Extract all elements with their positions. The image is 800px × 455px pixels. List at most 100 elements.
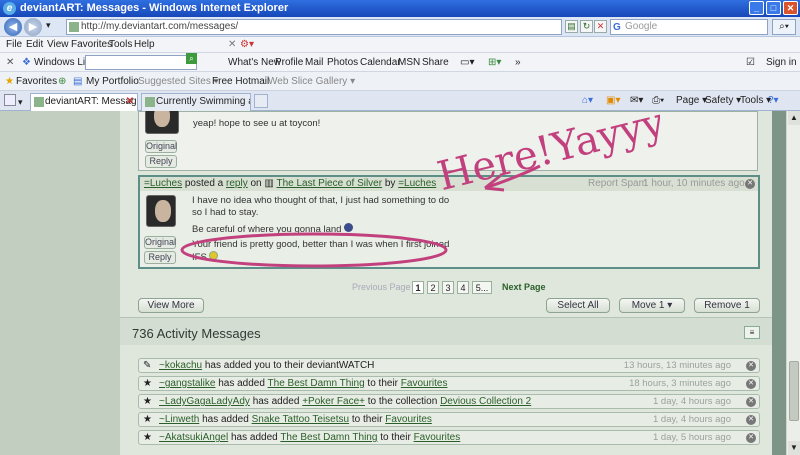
user-link[interactable]: =Luches bbox=[144, 178, 182, 189]
close-window-button[interactable]: ✕ bbox=[783, 1, 798, 15]
scroll-down-icon[interactable]: ▼ bbox=[788, 441, 800, 455]
menu-favorites[interactable]: Favorites bbox=[71, 37, 112, 53]
add-favorite-icon[interactable]: ⊕ bbox=[58, 72, 66, 91]
tab-messages[interactable]: deviantART: Messages ✕ bbox=[30, 93, 138, 111]
live-link-profile[interactable]: Profile bbox=[275, 53, 303, 72]
maximize-button[interactable]: □ bbox=[766, 1, 781, 15]
toolbar-options-icon[interactable]: ▭▾ bbox=[460, 53, 474, 72]
history-dropdown-icon[interactable]: ▾ bbox=[46, 20, 51, 31]
page-1[interactable]: 1 bbox=[412, 281, 424, 294]
read-mail-icon[interactable]: ✉▾ bbox=[630, 91, 643, 110]
help-icon[interactable]: ?▾ bbox=[768, 91, 779, 110]
original-button[interactable]: Original bbox=[145, 140, 177, 153]
page-4[interactable]: 4 bbox=[457, 281, 469, 294]
next-page-link[interactable]: Next Page bbox=[502, 281, 546, 294]
select-all-button[interactable]: Select All bbox=[546, 298, 610, 313]
remove-button[interactable]: Remove 1 bbox=[694, 298, 760, 313]
live-link-photos[interactable]: Photos bbox=[327, 53, 358, 72]
tab-swimming[interactable]: Currently Swimming around i... bbox=[141, 93, 251, 111]
search-button[interactable]: ⌕▾ bbox=[772, 19, 796, 35]
quick-tabs-icon[interactable] bbox=[4, 94, 16, 106]
menu-view[interactable]: View bbox=[47, 37, 69, 53]
menu-bar: File Edit View Favorites Tools Help ✕ ⚙▾ bbox=[0, 37, 800, 53]
author-link[interactable]: =Luches bbox=[398, 178, 436, 189]
print-icon[interactable]: ⎙▾ bbox=[652, 91, 664, 110]
activity-row: ★ ~Linweth has added Snake Tattoo Teiset… bbox=[138, 412, 760, 427]
close-live-toolbar-icon[interactable]: ✕ bbox=[6, 53, 14, 72]
new-tab-button[interactable] bbox=[254, 94, 268, 108]
live-link-calendar[interactable]: Calendar bbox=[360, 53, 401, 72]
message-line: I have no idea who thought of that, I ju… bbox=[192, 195, 450, 206]
live-link-mail[interactable]: Mail bbox=[305, 53, 323, 72]
feeds-icon[interactable]: ▤ bbox=[73, 72, 82, 91]
dismiss-message-icon[interactable]: ✕ bbox=[745, 179, 755, 189]
dismiss-icon[interactable]: ✕ bbox=[746, 379, 756, 389]
page-2[interactable]: 2 bbox=[427, 281, 439, 294]
favorites-button[interactable]: Favorites bbox=[16, 72, 57, 91]
collapse-icon[interactable]: ≡ bbox=[744, 326, 760, 339]
window-title: deviantART: Messages - Windows Internet … bbox=[20, 2, 289, 14]
dismiss-icon[interactable]: ✕ bbox=[746, 397, 756, 407]
avatar[interactable] bbox=[145, 111, 179, 134]
live-link-share[interactable]: Share bbox=[422, 53, 449, 72]
fav-free-hotmail[interactable]: Free Hotmail bbox=[212, 72, 269, 91]
activity-row: ★ ~LadyGagaLadyAdy has added +Poker Face… bbox=[138, 394, 760, 409]
search-input[interactable]: G Google bbox=[610, 19, 768, 35]
stop-icon[interactable]: ✕ bbox=[594, 20, 607, 33]
menu-tools[interactable]: Tools bbox=[109, 37, 132, 53]
original-button[interactable]: Original bbox=[144, 236, 176, 249]
feeds-toolbar-icon[interactable]: ▣▾ bbox=[606, 91, 620, 110]
refresh-icon[interactable]: ↻ bbox=[580, 20, 593, 33]
live-search-go-icon[interactable]: ⌕ bbox=[186, 53, 197, 64]
favourite-icon: ★ bbox=[143, 378, 152, 389]
address-input[interactable]: http://my.deviantart.com/messages/ bbox=[66, 19, 562, 35]
menu-file[interactable]: File bbox=[6, 37, 22, 53]
dismiss-icon[interactable]: ✕ bbox=[746, 433, 756, 443]
toolbar-more-icon[interactable]: » bbox=[515, 53, 521, 72]
live-search-input[interactable] bbox=[85, 55, 197, 70]
addon-icon[interactable]: ⚙▾ bbox=[240, 37, 254, 53]
previous-page-link[interactable]: Previous Page bbox=[352, 281, 411, 294]
scroll-thumb[interactable] bbox=[789, 361, 799, 421]
safety-menu[interactable]: Safety ▾ bbox=[705, 91, 741, 110]
tab-list-icon[interactable]: ▾ bbox=[18, 93, 23, 112]
tab-close-icon[interactable]: ✕ bbox=[126, 94, 134, 110]
minimize-button[interactable]: _ bbox=[749, 1, 764, 15]
compat-view-icon[interactable]: ▤ bbox=[565, 20, 578, 33]
page-3[interactable]: 3 bbox=[442, 281, 454, 294]
menu-help[interactable]: Help bbox=[134, 37, 155, 53]
view-more-button[interactable]: View More bbox=[138, 298, 204, 313]
back-button[interactable]: ◀ bbox=[4, 18, 22, 36]
forward-button[interactable]: ▶ bbox=[24, 18, 42, 36]
message-time: 1 hour, 10 minutes ago bbox=[643, 178, 745, 189]
tools-menu[interactable]: Tools ▾ bbox=[740, 91, 771, 110]
deviation-icon: ▥ bbox=[264, 178, 274, 189]
live-note-icon[interactable]: ☑ bbox=[746, 53, 755, 72]
dismiss-icon[interactable]: ✕ bbox=[746, 415, 756, 425]
message-item: =Luches posted a reply on ▥ The Last Pie… bbox=[138, 175, 760, 269]
address-toolbar: ◀ ▶ ▾ http://my.deviantart.com/messages/… bbox=[0, 17, 800, 37]
reply-button[interactable]: Reply bbox=[144, 251, 176, 264]
fav-my-portfolio[interactable]: My Portfolio bbox=[86, 72, 139, 91]
move-button[interactable]: Move 1 ▾ bbox=[619, 298, 685, 313]
menu-edit[interactable]: Edit bbox=[26, 37, 43, 53]
deviation-link[interactable]: The Last Piece of Silver bbox=[276, 178, 382, 189]
fav-suggested-sites[interactable]: Suggested Sites ▾ bbox=[138, 72, 219, 91]
report-spam-link[interactable]: Report Spam bbox=[588, 177, 647, 191]
close-toolbar-icon[interactable]: ✕ bbox=[228, 37, 236, 53]
sign-in-link[interactable]: Sign in bbox=[766, 53, 797, 72]
page-menu[interactable]: Page ▾ bbox=[676, 91, 707, 110]
avatar[interactable] bbox=[146, 195, 176, 227]
dismiss-icon[interactable]: ✕ bbox=[746, 361, 756, 371]
home-icon[interactable]: ⌂▾ bbox=[582, 91, 593, 110]
reply-button[interactable]: Reply bbox=[145, 155, 177, 168]
reply-link[interactable]: reply bbox=[226, 178, 248, 189]
fav-web-slice-gallery[interactable]: Web Slice Gallery ▾ bbox=[268, 72, 355, 91]
scroll-up-icon[interactable]: ▲ bbox=[788, 111, 800, 125]
page-5[interactable]: 5... bbox=[472, 281, 492, 294]
vertical-scrollbar[interactable]: ▲ ▼ bbox=[786, 111, 800, 455]
toolbar-addon-icon[interactable]: ⊞▾ bbox=[488, 53, 501, 72]
live-link-whats-new[interactable]: What's New bbox=[228, 53, 281, 72]
message-text: yeap! hope to see u at toycon! bbox=[193, 118, 321, 129]
live-link-msn[interactable]: MSN bbox=[398, 53, 420, 72]
